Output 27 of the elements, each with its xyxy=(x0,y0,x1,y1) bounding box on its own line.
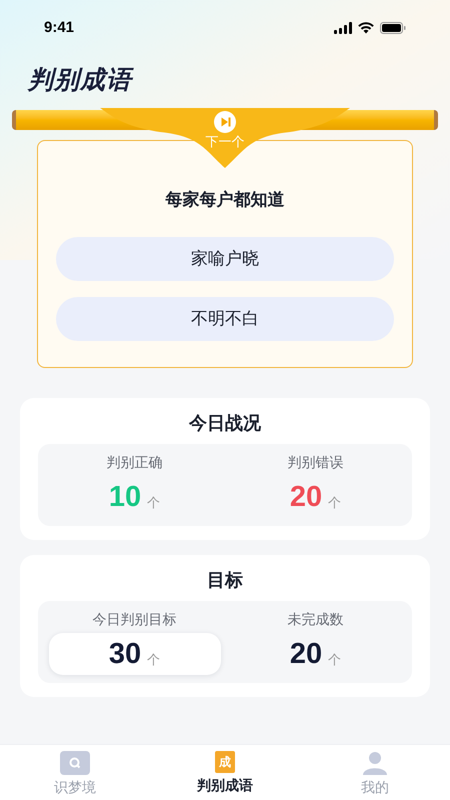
unit-label: 个 xyxy=(147,650,160,668)
stat-value: 10 xyxy=(108,482,142,512)
answer-option[interactable]: 家喻户晓 xyxy=(56,236,394,280)
signal-icon xyxy=(334,22,352,34)
idiom-icon: 成 xyxy=(215,751,235,773)
user-icon xyxy=(362,751,388,775)
stat-label: 判别错误 xyxy=(288,453,344,472)
unit-label: 个 xyxy=(328,650,342,668)
stat-value: 20 xyxy=(290,482,322,512)
unit-label: 个 xyxy=(328,494,342,512)
unit-label: 个 xyxy=(147,494,160,512)
battery-icon xyxy=(380,22,406,34)
stat-value: 30 xyxy=(108,640,142,668)
wifi-icon xyxy=(358,22,374,34)
skip-next-icon xyxy=(214,111,236,133)
stat-label: 今日判别目标 xyxy=(92,610,176,629)
stat-label: 判别正确 xyxy=(106,453,162,472)
card-title: 今日战况 xyxy=(189,412,261,435)
stat-value: 20 xyxy=(290,640,322,668)
question-prompt: 每家每户都知道 xyxy=(166,189,284,211)
status-time: 9:41 xyxy=(44,18,74,38)
search-icon xyxy=(60,751,90,775)
stat-label: 未完成数 xyxy=(288,610,344,629)
page-title: 判别成语 xyxy=(28,65,135,96)
tab-item[interactable]: 成 判别成语 xyxy=(150,751,300,796)
answer-option[interactable]: 不明不白 xyxy=(56,296,394,340)
card-title: 目标 xyxy=(207,569,243,592)
